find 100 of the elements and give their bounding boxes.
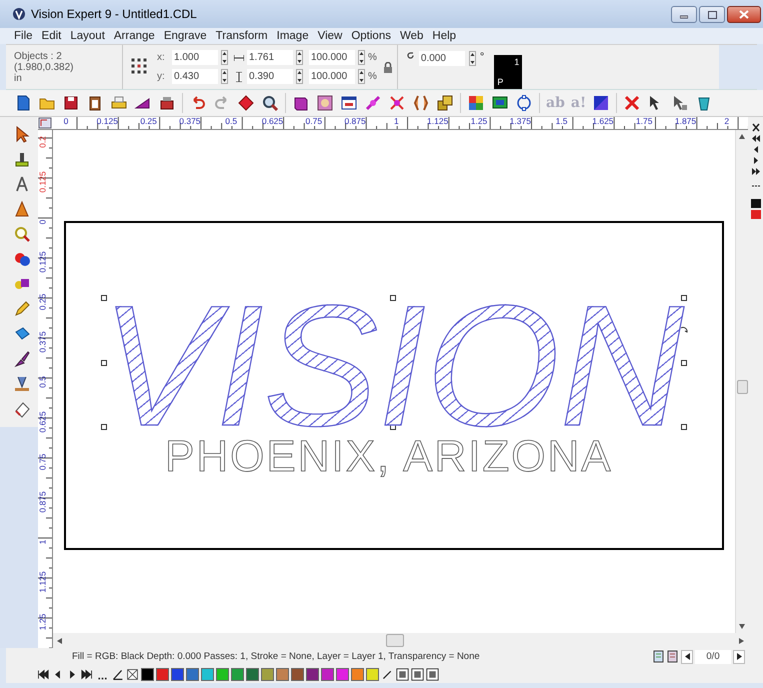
color-swatch[interactable] [276,668,289,680]
selection-handle[interactable] [681,360,687,366]
menu-item[interactable]: Options [351,30,391,42]
anchor-grid-icon[interactable] [131,58,149,76]
triangle-icon[interactable] [13,200,31,218]
rotation-field[interactable]: 0.000 [418,51,465,66]
magnifier-icon[interactable] [13,225,31,243]
width-field[interactable]: 1.761 [247,50,293,65]
y-field[interactable]: 0.430 [172,69,218,84]
color-swatch[interactable] [201,668,214,680]
color-swatch[interactable] [306,668,319,680]
first-icon[interactable] [36,668,49,680]
menu-item[interactable]: Transform [216,30,268,42]
frame-icon[interactable] [411,668,424,680]
color-swatch[interactable] [141,668,154,680]
first-icon[interactable] [750,134,760,143]
ruler-label: 1.625 [592,117,614,126]
menu-item[interactable]: Web [400,30,424,42]
magnifier-icon[interactable] [261,94,279,112]
frame-icon[interactable] [396,668,409,680]
page-field[interactable]: 0/0 [695,650,731,664]
next-page-button[interactable] [733,650,745,664]
color-swatch[interactable] [351,668,364,680]
circle-icon[interactable] [515,94,533,112]
color-swatch[interactable] [336,668,349,680]
color-swatch[interactable] [156,668,169,680]
color-swatch[interactable] [261,668,274,680]
ruler-corner-icon[interactable] [38,117,52,129]
spin-button[interactable] [296,50,303,65]
spin-button[interactable] [358,69,365,84]
cursor-icon[interactable] [671,94,690,112]
stack-icon[interactable] [436,94,454,112]
pen-icon[interactable] [111,668,124,680]
cross-icon[interactable] [623,94,642,112]
node-icon[interactable] [364,94,382,112]
color-swatch[interactable] [231,668,244,680]
menu-item[interactable]: Help [432,30,456,42]
close-icon[interactable] [750,123,760,132]
minimize-button[interactable] [671,6,697,23]
color-swatch[interactable] [216,668,229,680]
color-swatch[interactable] [171,668,184,680]
color-swatch[interactable] [366,668,379,680]
scroll-right-icon[interactable] [739,638,744,644]
selection-handle[interactable] [390,295,396,301]
brush-icon[interactable] [13,350,31,368]
color-swatch[interactable] [246,668,259,680]
pencil-icon[interactable] [13,300,31,318]
scroll-up-icon[interactable] [739,134,745,139]
menu-item[interactable]: File [14,30,33,42]
gradient-icon[interactable] [592,94,610,112]
selection-handle[interactable] [101,424,107,430]
spin-button[interactable] [296,69,303,84]
scale-x-field[interactable]: 100.000 [309,50,355,65]
no-color-icon[interactable] [126,668,139,680]
color-swatch[interactable] [321,668,334,680]
selection-handle[interactable] [681,295,687,301]
page-icon[interactable] [653,650,665,663]
last-icon[interactable] [81,668,94,680]
menu-item[interactable]: Arrange [114,30,155,42]
machine-icon[interactable] [158,94,176,112]
height-field[interactable]: 0.390 [247,69,293,84]
menu-item[interactable]: Edit [42,30,62,42]
menu-item[interactable]: Image [276,30,309,42]
menu-item[interactable]: View [318,30,342,42]
color-swatch[interactable] [291,668,304,680]
menu-item[interactable]: Layout [70,30,105,42]
engraver-icon[interactable] [13,375,31,393]
frame-icon[interactable] [316,94,334,112]
page-icon[interactable] [667,650,679,663]
spin-button[interactable] [358,50,365,65]
spheres-icon[interactable] [13,250,31,268]
spin-button[interactable] [468,51,476,66]
menu-item[interactable]: Engrave [164,30,207,42]
selection-handle[interactable] [101,360,107,366]
color-swatch[interactable]: 1 P [494,55,522,89]
scale-y-field[interactable]: 100.000 [309,69,355,84]
node-icon[interactable] [388,94,406,112]
stamp-icon[interactable] [13,150,31,168]
maximize-button[interactable] [699,6,725,23]
bracket-icon[interactable] [412,94,430,112]
ruler-label: 1.75 [636,117,652,126]
eraser-icon[interactable] [13,400,31,418]
grid-icon[interactable] [467,94,485,112]
selection-handle[interactable] [101,295,107,301]
previous-page-button[interactable] [681,650,693,664]
scroll-down-icon[interactable] [739,624,745,629]
spin-button[interactable] [221,69,228,84]
scroll-left-icon[interactable] [57,638,62,644]
window-icon[interactable] [340,94,358,112]
scroll-thumb[interactable] [386,634,404,647]
x-field[interactable]: 1.000 [172,50,218,65]
color-swatch[interactable] [186,668,199,680]
diamond-icon[interactable] [237,94,255,112]
lock-icon[interactable] [382,62,393,72]
spin-button[interactable] [221,50,228,65]
engraving-subtitle[interactable]: PHOENIX, ARIZONA [165,437,613,477]
close-button[interactable] [727,6,761,23]
scroll-thumb[interactable] [737,380,748,394]
last-icon[interactable] [750,167,760,176]
frame-icon[interactable] [426,668,439,680]
